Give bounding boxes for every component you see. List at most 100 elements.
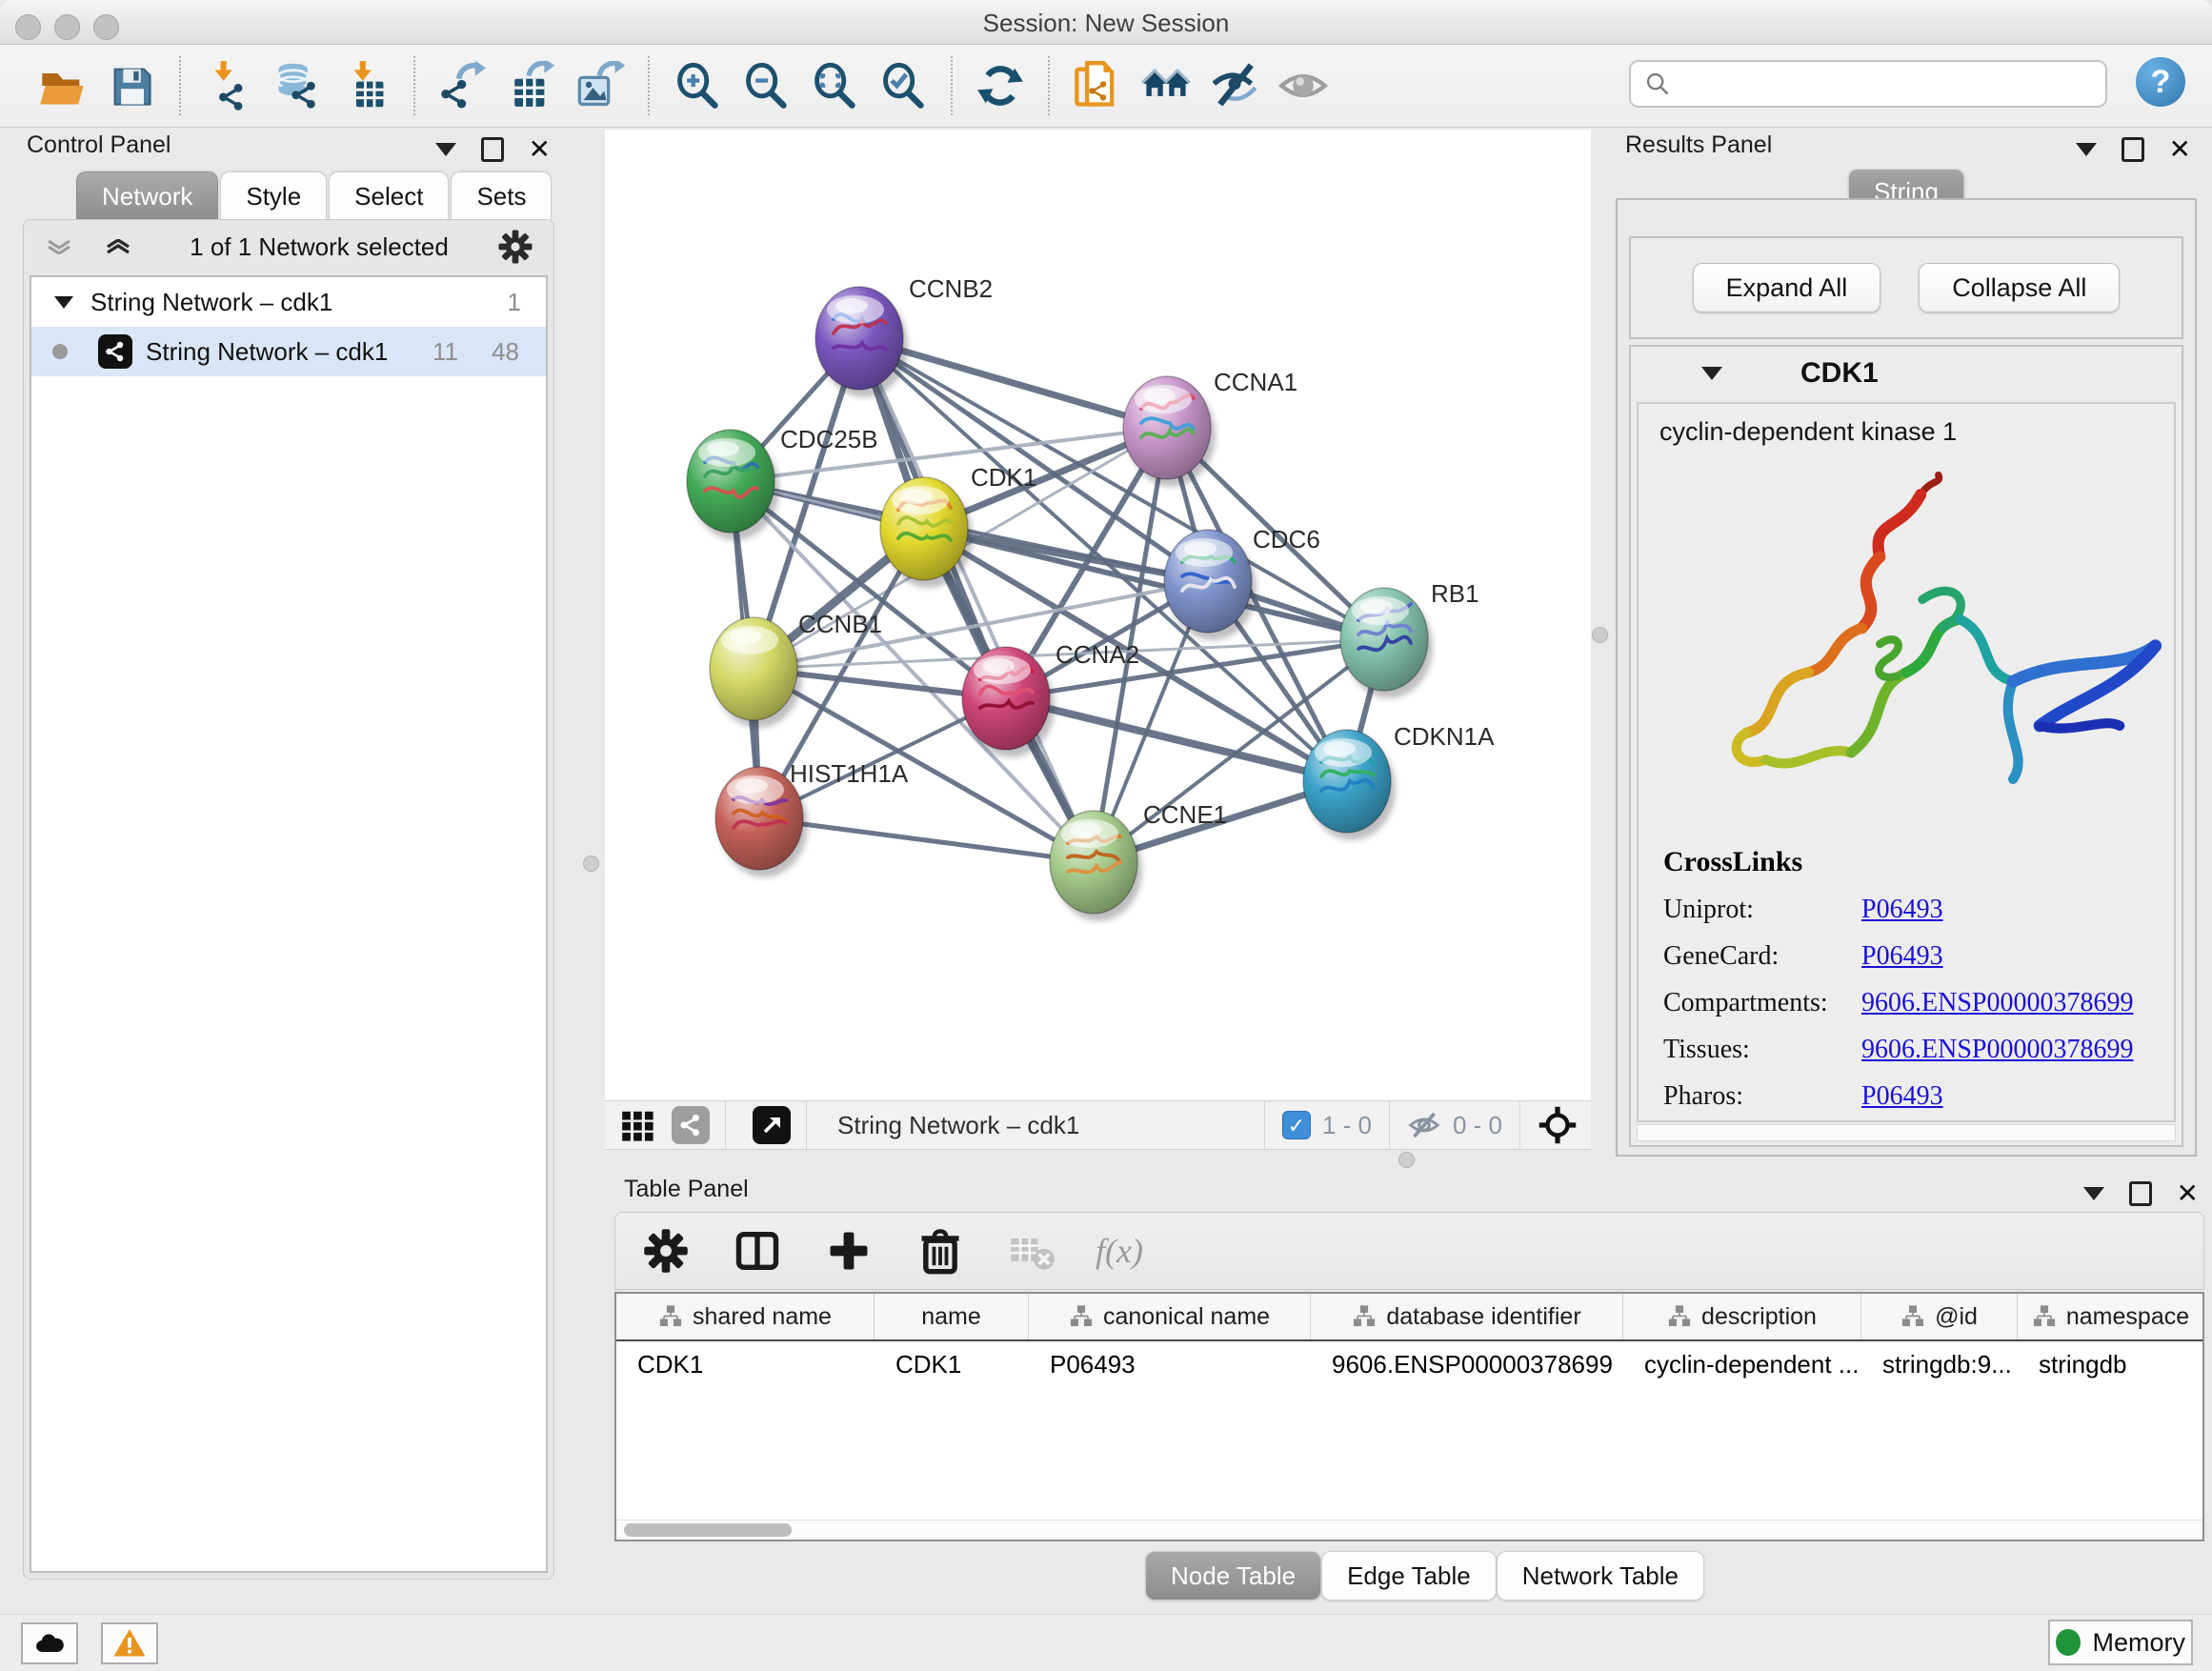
panel-menu-icon[interactable]: [435, 143, 456, 156]
save-session-button[interactable]: [104, 58, 159, 113]
node-table[interactable]: shared namenamecanonical namedatabase id…: [614, 1292, 2204, 1541]
gene-section-header[interactable]: CDK1: [1631, 347, 2182, 400]
float-panel-icon[interactable]: [2129, 1181, 2152, 1206]
panel-menu-icon[interactable]: [2076, 143, 2097, 156]
zoom-fit-button[interactable]: [807, 58, 862, 113]
tab-network[interactable]: Network: [76, 171, 218, 220]
tab-node-table[interactable]: Node Table: [1145, 1551, 1321, 1601]
table-cell[interactable]: P06493: [1029, 1341, 1311, 1387]
right-splitter-handle[interactable]: [1592, 627, 1608, 643]
float-panel-icon[interactable]: [481, 137, 504, 162]
network-share-button[interactable]: [670, 1104, 712, 1146]
delete-table-button[interactable]: [1004, 1223, 1059, 1278]
close-panel-icon[interactable]: ✕: [2177, 1184, 2199, 1203]
table-cell[interactable]: 9606.ENSP00000378699: [1311, 1341, 1623, 1387]
help-button[interactable]: ?: [2136, 57, 2185, 107]
left-splitter-handle[interactable]: [583, 856, 599, 872]
column-header-description[interactable]: description: [1623, 1294, 1861, 1339]
selected-checkbox-icon[interactable]: ✓: [1282, 1111, 1311, 1139]
crosslink-link[interactable]: 9606.ENSP00000378699: [1861, 1035, 2133, 1065]
cloud-status-button[interactable]: [21, 1622, 78, 1664]
tab-sets[interactable]: Sets: [451, 171, 552, 220]
node-CCNA1[interactable]: [1123, 376, 1216, 487]
export-image-button[interactable]: [573, 58, 628, 113]
edge-HIST1H1A-CCNE1[interactable]: [759, 818, 1094, 862]
column-header-@id[interactable]: @id: [1861, 1294, 2018, 1339]
delete-column-button[interactable]: [913, 1223, 968, 1278]
node-CCNE1[interactable]: [1050, 811, 1142, 921]
table-cell[interactable]: CDK1: [616, 1341, 875, 1387]
zoom-in-button[interactable]: [670, 58, 725, 113]
close-panel-icon[interactable]: ✕: [2169, 140, 2191, 159]
open-session-button[interactable]: [35, 58, 90, 113]
zoom-out-button[interactable]: [738, 58, 794, 113]
tab-edge-table[interactable]: Edge Table: [1321, 1551, 1497, 1601]
show-results-button[interactable]: [1276, 58, 1331, 113]
results-scrollbar[interactable]: [1637, 1124, 2176, 1141]
network-graph[interactable]: CCNB2CCNA1CDC25BCDK1CDC6RB1CCNB1CCNA2CDK…: [605, 130, 1591, 1100]
search-input[interactable]: [1679, 64, 2105, 104]
export-network-file-button[interactable]: [435, 58, 491, 113]
close-panel-icon[interactable]: ✕: [529, 140, 551, 159]
collapse-all-button[interactable]: Collapse All: [1919, 263, 2120, 312]
bottom-splitter-handle[interactable]: [1398, 1152, 1415, 1168]
table-horizontal-scrollbar[interactable]: [616, 1520, 2202, 1540]
import-table-button[interactable]: [338, 58, 393, 113]
scrollbar-thumb[interactable]: [624, 1523, 792, 1537]
network-collection-row[interactable]: String Network – cdk1 1: [31, 277, 546, 327]
panel-menu-icon[interactable]: [2083, 1187, 2104, 1200]
crosshair-icon[interactable]: [1538, 1105, 1578, 1145]
function-builder-button[interactable]: f(x): [1096, 1231, 1143, 1271]
hide-results-button[interactable]: [1207, 58, 1262, 113]
string-import-button[interactable]: [1070, 58, 1125, 113]
node-RB1[interactable]: [1340, 588, 1433, 698]
expand-all-icon[interactable]: [104, 239, 132, 254]
create-column-button[interactable]: [821, 1223, 876, 1278]
table-cell[interactable]: CDK1: [875, 1341, 1029, 1387]
network-row[interactable]: String Network – cdk1 11 48: [31, 327, 546, 376]
node-CDKN1A[interactable]: [1303, 730, 1396, 840]
tab-style[interactable]: Style: [220, 171, 327, 220]
column-header-shared-name[interactable]: shared name: [616, 1294, 875, 1339]
gene-expander-icon[interactable]: [1701, 367, 1722, 380]
float-panel-icon[interactable]: [2122, 137, 2144, 162]
import-network-database-button[interactable]: [270, 58, 325, 113]
node-CCNB1[interactable]: [710, 617, 802, 728]
eye-icon: [1278, 61, 1328, 111]
memory-button[interactable]: Memory: [2048, 1620, 2193, 1665]
collapse-all-icon[interactable]: [45, 239, 73, 254]
table-cell[interactable]: stringdb: [2018, 1341, 2204, 1387]
network-canvas[interactable]: CCNB2CCNA1CDC25BCDK1CDC6RB1CCNB1CCNA2CDK…: [605, 130, 1591, 1100]
import-network-file-button[interactable]: [201, 58, 256, 113]
node-CDK1[interactable]: [880, 477, 973, 588]
crosslink-link[interactable]: 9606.ENSP00000378699: [1861, 988, 2133, 1018]
export-table-button[interactable]: [504, 58, 559, 113]
column-header-database-identifier[interactable]: database identifier: [1311, 1294, 1623, 1339]
tab-network-table[interactable]: Network Table: [1497, 1551, 1704, 1601]
crosslink-link[interactable]: P06493: [1861, 1081, 1943, 1112]
node-CDC6[interactable]: [1164, 530, 1257, 640]
column-header-canonical-name[interactable]: canonical name: [1029, 1294, 1311, 1339]
crosslink-link[interactable]: P06493: [1861, 941, 1943, 972]
apply-layout-button[interactable]: [973, 58, 1028, 113]
table-cell[interactable]: stringdb:9...: [1861, 1341, 2018, 1387]
expand-all-button[interactable]: Expand All: [1693, 263, 1881, 312]
table-options-button[interactable]: [638, 1223, 694, 1278]
column-header-namespace[interactable]: namespace: [2018, 1294, 2204, 1339]
warning-status-button[interactable]: [101, 1622, 158, 1664]
collection-expander-icon[interactable]: [54, 296, 73, 309]
column-header-name[interactable]: name: [875, 1294, 1029, 1339]
tab-select[interactable]: Select: [329, 171, 449, 220]
show-columns-button[interactable]: [730, 1223, 785, 1278]
node-CDC25B[interactable]: [687, 430, 779, 540]
zoom-selected-button[interactable]: [875, 58, 931, 113]
open-in-window-button[interactable]: [751, 1104, 793, 1146]
gene-name: CDK1: [1800, 357, 1879, 390]
table-row[interactable]: CDK1CDK1P064939606.ENSP00000378699cyclin…: [616, 1341, 2202, 1387]
crosslink-link[interactable]: P06493: [1861, 895, 1943, 925]
string-home-button[interactable]: [1138, 58, 1194, 113]
table-cell[interactable]: cyclin-dependent ...: [1623, 1341, 1861, 1387]
node-CCNB2[interactable]: [815, 287, 908, 397]
network-options-gear-icon[interactable]: [496, 228, 534, 266]
birdseye-grid-button[interactable]: [616, 1104, 658, 1146]
